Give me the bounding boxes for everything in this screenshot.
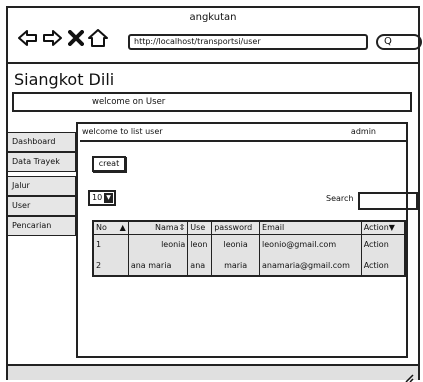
column-header-email[interactable]: Email <box>259 221 362 235</box>
user-table: No ▲ Nama⇕ Use password Email Action▼ 1 l… <box>92 220 406 277</box>
column-header-password[interactable]: password <box>211 221 261 235</box>
close-icon[interactable] <box>66 28 86 48</box>
column-header-action[interactable]: Action▼ <box>361 221 405 235</box>
forward-arrow-icon[interactable] <box>42 28 62 48</box>
sidebar-item-dashboard[interactable]: Dashboard <box>8 132 76 152</box>
sidebar-item-data-trayek[interactable]: Data Trayek <box>8 152 76 172</box>
column-header-no[interactable]: No ▲ <box>93 221 129 235</box>
cell-user: leon <box>187 234 213 255</box>
back-arrow-icon[interactable] <box>18 28 38 48</box>
table-row: 1 leonia leon leonia leonio@gmail.com Ac… <box>93 234 405 255</box>
browser-window: angkutan http://localhost/transportsi/us… <box>6 6 422 382</box>
cell-nama: ana maria <box>128 255 189 276</box>
table-row: 2 ana maria ana maria anamaria@gmail.com… <box>93 255 405 276</box>
sidebar-item-user[interactable]: User <box>8 196 76 216</box>
search-label: Search <box>326 194 354 203</box>
chevron-down-icon: ▼ <box>104 193 113 203</box>
sort-asc-icon: ▲ <box>119 223 126 233</box>
panel-title: welcome to list user <box>82 127 163 136</box>
cell-password: leonia <box>211 234 261 255</box>
cell-no: 2 <box>93 255 129 276</box>
cell-password: maria <box>211 255 261 276</box>
status-bar <box>8 364 418 382</box>
cell-user: ana <box>187 255 213 276</box>
sidebar-item-jalur[interactable]: Jalur <box>8 176 76 196</box>
browser-search-field[interactable]: Q <box>376 34 422 50</box>
action-link[interactable]: Action <box>361 255 405 276</box>
home-icon[interactable] <box>88 28 108 48</box>
entries-value: 10 <box>92 193 103 202</box>
cell-email: leonio@gmail.com <box>259 234 362 255</box>
user-menu[interactable]: admin <box>351 124 376 140</box>
entries-select[interactable]: 10 ▼ <box>88 190 116 206</box>
column-header-nama[interactable]: Nama⇕ <box>128 221 189 235</box>
resize-grip-icon[interactable] <box>404 368 414 382</box>
browser-titlebar: angkutan http://localhost/transportsi/us… <box>8 8 422 64</box>
sidebar-item-pencarian[interactable]: Pencarian <box>8 216 76 236</box>
cell-no: 1 <box>93 234 129 255</box>
create-button[interactable]: creat <box>92 156 126 172</box>
column-header-user[interactable]: Use <box>187 221 213 235</box>
action-link[interactable]: Action <box>361 234 405 255</box>
app-brand: Siangkot Dili <box>14 70 115 89</box>
welcome-banner: welcome on User <box>12 92 412 112</box>
sort-desc-icon: ▼ <box>388 223 395 233</box>
sidebar: Dashboard Data Trayek Jalur User Pencari… <box>8 132 76 236</box>
sort-icon: ⇕ <box>178 223 186 233</box>
cell-email: anamaria@gmail.com <box>259 255 362 276</box>
search-icon: Q <box>384 36 392 47</box>
search-input[interactable] <box>358 192 418 210</box>
address-bar[interactable]: http://localhost/transportsi/user <box>128 34 368 50</box>
table-header-row: No ▲ Nama⇕ Use password Email Action▼ <box>93 221 405 235</box>
cell-nama: leonia <box>128 234 189 255</box>
panel-header: welcome to list user admin <box>80 124 406 142</box>
window-title: angkutan <box>189 12 237 23</box>
user-list-panel: welcome to list user admin creat 10 ▼ Se… <box>76 122 418 358</box>
